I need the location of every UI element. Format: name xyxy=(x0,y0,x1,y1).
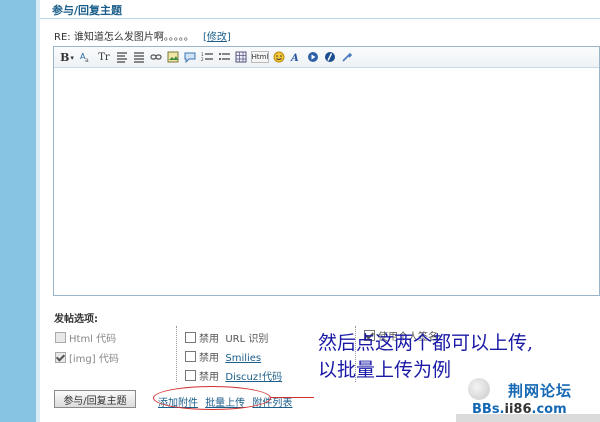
disable-url-checkbox[interactable] xyxy=(185,332,196,343)
img-code-checkbox[interactable] xyxy=(55,352,66,363)
annotation-line-1: 然后点这两个都可以上传, xyxy=(318,332,534,354)
highlight-circle xyxy=(153,386,271,410)
editor-toolbar: B ▾ Aa Tr 12 Html A xyxy=(54,47,599,68)
smiley-icon[interactable] xyxy=(272,50,286,64)
options-separator-1 xyxy=(176,326,177,382)
media-icon[interactable] xyxy=(306,50,320,64)
watermark-title: 荆网论坛 xyxy=(508,382,573,400)
left-sidebar-bar xyxy=(0,0,36,422)
unordered-list-icon[interactable] xyxy=(217,50,231,64)
bold-icon[interactable]: B ▾ xyxy=(58,50,76,64)
html-code-checkbox[interactable] xyxy=(55,332,66,343)
edit-subject-label[interactable]: 修改 xyxy=(207,32,227,43)
message-editor[interactable]: B ▾ Aa Tr 12 Html A xyxy=(53,46,600,296)
header-divider xyxy=(40,18,600,19)
submit-reply-button[interactable]: 参与/回复主题 xyxy=(54,390,136,408)
watermark-logo-icon xyxy=(468,378,490,400)
svg-text:a: a xyxy=(85,57,89,63)
smilies-link[interactable]: Smilies xyxy=(225,353,261,364)
page-title: 参与/回复主题 xyxy=(52,4,123,17)
disable-smilies-checkbox[interactable] xyxy=(185,351,196,362)
list-icon[interactable] xyxy=(132,50,146,64)
font-family-icon[interactable]: Tr xyxy=(96,50,112,64)
quote-icon[interactable] xyxy=(183,50,197,64)
left-sidebar-edge xyxy=(36,0,40,422)
html-code-option[interactable]: Html 代码 xyxy=(55,330,116,345)
edit-subject-link[interactable]: [修改] xyxy=(203,32,231,43)
disable-smilies-option[interactable]: 禁用 Smilies xyxy=(185,349,261,364)
flash-icon[interactable] xyxy=(323,50,337,64)
svg-text:A: A xyxy=(290,53,299,63)
message-textarea[interactable] xyxy=(54,68,599,295)
link-icon[interactable] xyxy=(149,50,163,64)
disable-url-option[interactable]: 禁用 URL 识别 xyxy=(185,330,268,345)
tools-icon[interactable] xyxy=(340,50,354,64)
image-icon[interactable] xyxy=(166,50,180,64)
font-size-icon[interactable]: Aa xyxy=(79,50,93,64)
table-icon[interactable] xyxy=(234,50,248,64)
html-icon[interactable]: Html xyxy=(251,51,269,63)
discuz-code-link[interactable]: Discuz!代码 xyxy=(225,372,282,383)
disable-discuz-option[interactable]: 禁用 Discuz!代码 xyxy=(185,368,282,383)
subject-text: RE: 谁知道怎么发图片啊。。。。。 xyxy=(54,32,194,43)
img-code-option[interactable]: [img] 代码 xyxy=(55,350,119,365)
align-icon[interactable] xyxy=(115,50,129,64)
highlight-pointer-line xyxy=(270,397,314,398)
subject-row: RE: 谁知道怎么发图片啊。。。。。 [修改] xyxy=(54,28,231,43)
svg-text:2: 2 xyxy=(201,57,204,62)
disable-discuz-checkbox[interactable] xyxy=(185,370,196,381)
bottom-strip xyxy=(456,414,600,422)
ordered-list-icon[interactable]: 12 xyxy=(200,50,214,64)
font-color-icon[interactable]: A xyxy=(289,50,303,64)
post-options-title: 发帖选项: xyxy=(54,314,98,325)
